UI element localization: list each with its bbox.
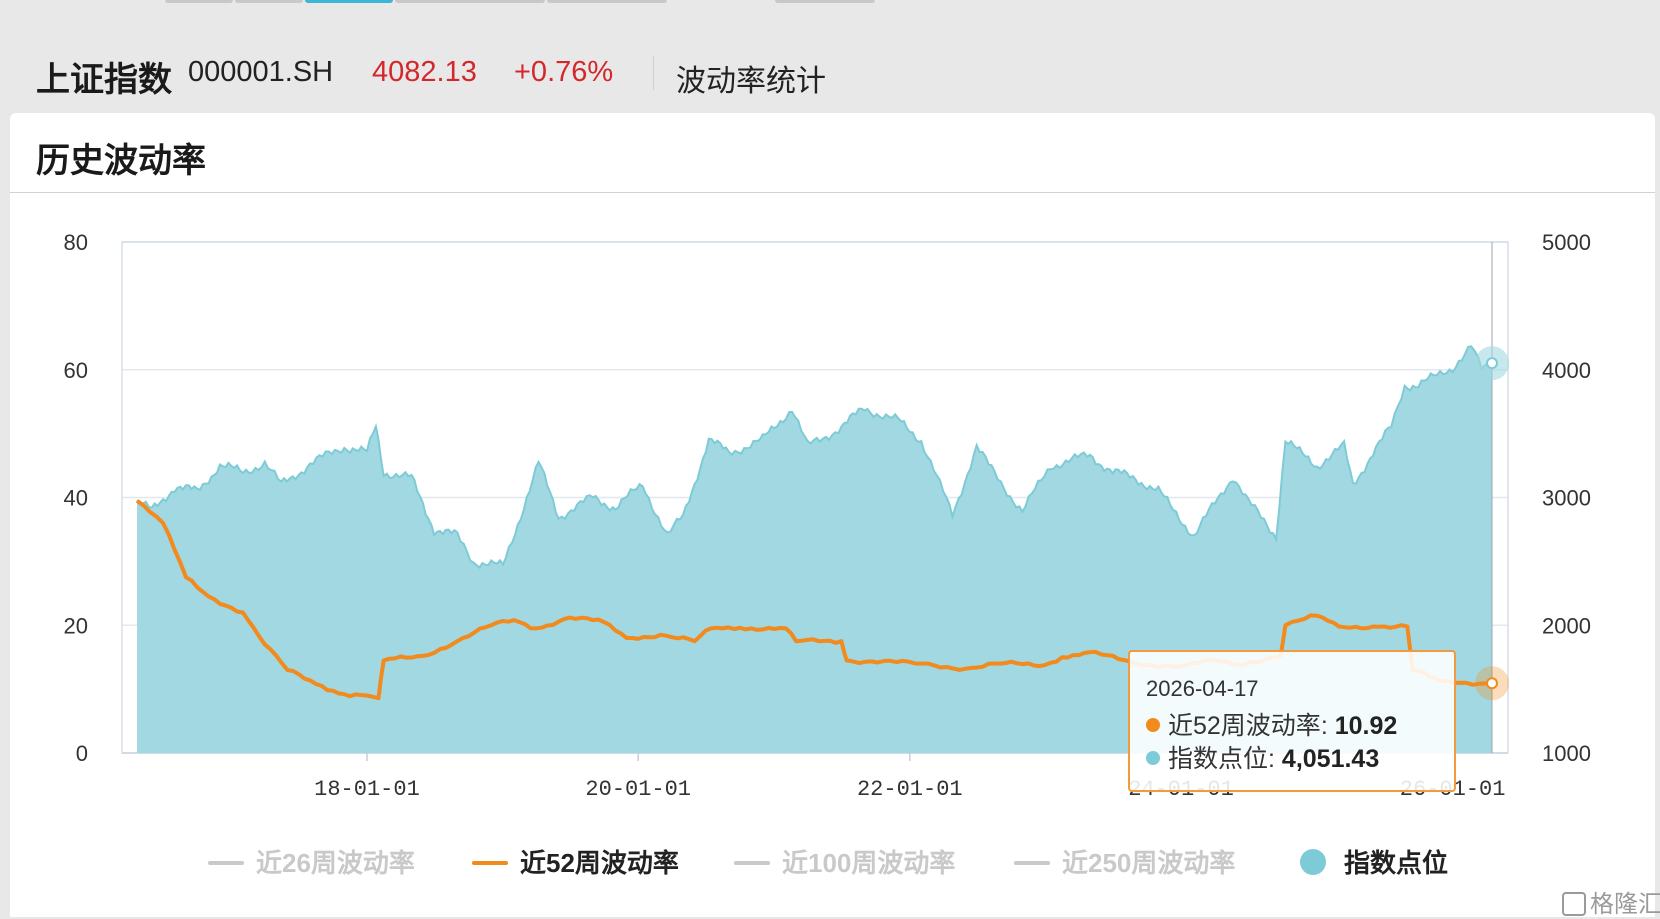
tooltip-index-label: 指数点位 (1168, 745, 1269, 773)
y-right-tick-label: 2000 (1542, 613, 1591, 638)
x-tick-label: 20-01-01 (585, 777, 691, 802)
y-right-tick-label: 4000 (1542, 358, 1591, 383)
index-hover-point (1486, 357, 1498, 370)
legend-vol26-label: 近26周波动率 (256, 848, 415, 878)
legend-item-vol250[interactable]: 近250周波动率 (1014, 843, 1235, 880)
x-tick-label: 22-01-01 (857, 777, 963, 802)
y-right-tick-label: 5000 (1542, 230, 1591, 255)
legend-item-vol100[interactable]: 近100周波动率 (734, 843, 955, 880)
legend-index-label: 指数点位 (1344, 848, 1449, 878)
legend-vol52-swatch (472, 861, 508, 866)
tooltip-index-marker (1146, 751, 1160, 766)
legend-vol52-label: 近52周波动率 (520, 848, 679, 878)
legend-vol100-label: 近100周波动率 (782, 848, 956, 878)
legend-vol250-swatch (1014, 861, 1050, 866)
watermark-text: 格隆汇 (1590, 891, 1660, 918)
tooltip-index-value: 4,051.43 (1281, 745, 1380, 773)
y-left-tick-label: 60 (64, 358, 88, 383)
legend-item-vol26[interactable]: 近26周波动率 (208, 843, 415, 880)
chart-tooltip: 2026-04-17 近52周波动率: 10.92 指数点位: 4,051.43 (1128, 650, 1456, 792)
vol52-hover-point (1486, 677, 1498, 690)
tooltip-date: 2026-04-17 (1146, 676, 1259, 701)
y-right-tick-label: 1000 (1542, 741, 1591, 766)
y-left-tick-label: 0 (76, 741, 88, 766)
legend-item-index[interactable]: 指数点位 (1300, 843, 1448, 880)
y-left-tick-label: 80 (64, 230, 88, 255)
y-right-tick-label: 3000 (1542, 486, 1591, 511)
watermark: 格隆汇 (1562, 884, 1660, 919)
legend-index-swatch (1300, 849, 1326, 876)
legend-vol26-swatch (208, 861, 244, 866)
x-tick-label: 18-01-01 (314, 777, 420, 802)
legend-vol250-label: 近250周波动率 (1062, 848, 1236, 878)
legend-item-vol52[interactable]: 近52周波动率 (472, 843, 679, 880)
tooltip-row-index: 指数点位: 4,051.43 (1146, 739, 1379, 775)
tooltip-vol52-value: 10.92 (1334, 712, 1398, 740)
y-left-tick-label: 20 (64, 613, 88, 638)
watermark-logo-icon (1562, 891, 1586, 916)
tooltip-row-vol52: 近52周波动率: 10.92 (1146, 706, 1397, 742)
tooltip-vol52-marker (1146, 718, 1160, 733)
y-left-tick-label: 40 (64, 486, 88, 511)
legend-vol100-swatch (734, 861, 770, 866)
tooltip-vol52-label: 近52周波动率 (1168, 712, 1321, 740)
